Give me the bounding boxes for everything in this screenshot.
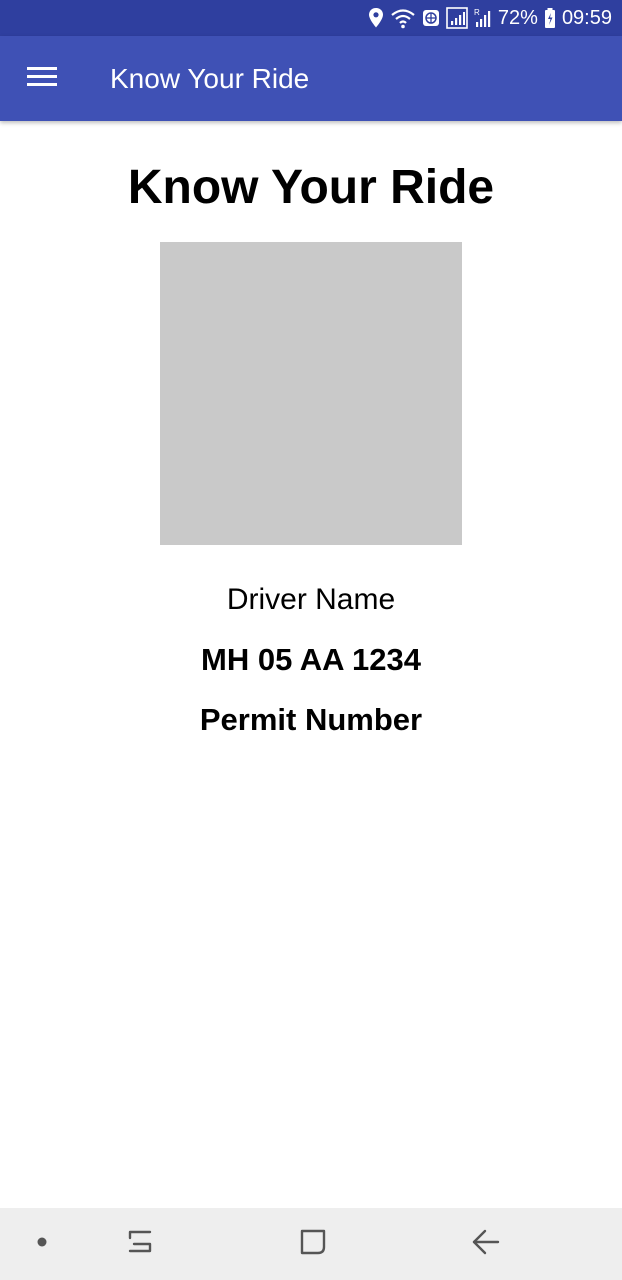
menu-button[interactable]: [14, 50, 70, 106]
home-button[interactable]: [283, 1208, 343, 1280]
nav-dot-button[interactable]: [20, 1208, 64, 1280]
vehicle-number: MH 05 AA 1234: [201, 642, 421, 677]
app-bar-title: Know Your Ride: [110, 63, 310, 94]
clock: 09:59: [561, 7, 612, 29]
vpn-icon: [422, 9, 440, 27]
recent-apps-icon: [126, 1227, 154, 1262]
page-heading: Know Your Ride: [127, 161, 495, 214]
driver-name: Driver Name: [226, 583, 396, 616]
signal-icon: [446, 7, 468, 29]
status-bar: R 72% 09:59: [0, 0, 622, 36]
dot-icon: [36, 1235, 48, 1253]
status-icons: R 72% 09:59: [368, 0, 612, 36]
permit-number: Permit Number: [199, 702, 423, 737]
battery-percent: 72%: [497, 7, 538, 29]
hamburger-menu-icon: [27, 65, 57, 92]
system-nav-bar: [0, 1208, 622, 1280]
screen: R 72% 09:59 Know Your Ride Know Your Rid…: [0, 0, 622, 1280]
location-icon: [368, 7, 384, 29]
home-icon: [298, 1227, 328, 1262]
app-bar: Know Your Ride: [0, 36, 622, 121]
battery-icon: [544, 7, 556, 29]
recent-apps-button[interactable]: [110, 1208, 170, 1280]
back-icon: [471, 1228, 501, 1261]
svg-text:R: R: [474, 8, 480, 17]
back-button[interactable]: [456, 1208, 516, 1280]
wifi-icon: [390, 7, 416, 29]
signal-r-icon: R: [474, 7, 492, 29]
driver-photo-placeholder: [160, 242, 462, 545]
